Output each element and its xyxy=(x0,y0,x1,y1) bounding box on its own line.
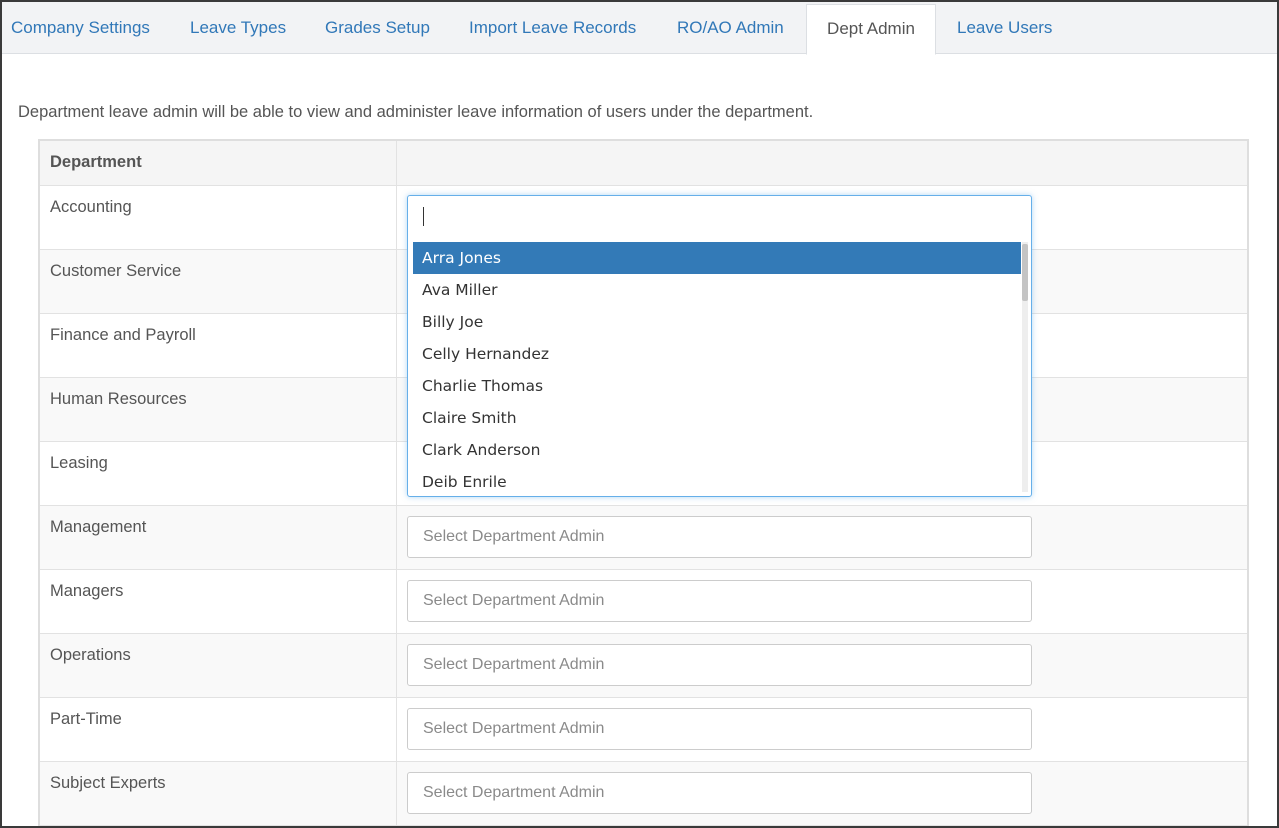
department-name: Human Resources xyxy=(40,378,397,441)
tab-dept-admin[interactable]: Dept Admin xyxy=(806,4,936,55)
table-row: Part-Time Select Department Admin xyxy=(40,698,1247,762)
department-name: Management xyxy=(40,506,397,569)
table-row: Management Select Department Admin xyxy=(40,506,1247,570)
dropdown-option[interactable]: Celly Hernandez xyxy=(413,338,1021,370)
department-name: Part-Time xyxy=(40,698,397,761)
department-name: Managers xyxy=(40,570,397,633)
department-admin-dropdown: Arra Jones Ava Miller Billy Joe Celly He… xyxy=(407,195,1032,497)
table-row: Operations Select Department Admin xyxy=(40,634,1247,698)
department-name: Leasing xyxy=(40,442,397,505)
table-row: Managers Select Department Admin xyxy=(40,570,1247,634)
tab-leave-users[interactable]: Leave Users xyxy=(957,2,1052,54)
department-admin-select[interactable]: Select Department Admin xyxy=(407,516,1032,558)
tab-company-settings[interactable]: Company Settings xyxy=(11,2,150,54)
dropdown-search-input[interactable] xyxy=(416,198,1021,236)
table-row: Subject Experts Select Department Admin xyxy=(40,762,1247,826)
tab-ro-ao-admin[interactable]: RO/AO Admin xyxy=(677,2,784,54)
header-department: Department xyxy=(40,141,397,185)
app-frame: Company Settings Leave Types Grades Setu… xyxy=(0,0,1279,828)
dropdown-search xyxy=(408,196,1031,238)
dropdown-option[interactable]: Deib Enrile xyxy=(413,466,1021,492)
intro-text: Department leave admin will be able to v… xyxy=(18,103,814,121)
dropdown-option[interactable]: Ava Miller xyxy=(413,274,1021,306)
table-header-row: Department xyxy=(40,141,1247,186)
admin-cell: Select Department Admin xyxy=(397,698,1247,761)
admin-cell: Select Department Admin xyxy=(397,634,1247,697)
department-name: Operations xyxy=(40,634,397,697)
dropdown-option[interactable]: Clark Anderson xyxy=(413,434,1021,466)
tab-import-leave-records[interactable]: Import Leave Records xyxy=(469,2,636,54)
dropdown-scrollbar-thumb[interactable] xyxy=(1022,244,1028,301)
dropdown-options-list: Arra Jones Ava Miller Billy Joe Celly He… xyxy=(413,242,1021,492)
department-admin-select[interactable]: Select Department Admin xyxy=(407,580,1032,622)
header-admin xyxy=(397,141,1247,185)
department-admin-select[interactable]: Select Department Admin xyxy=(407,772,1032,814)
admin-cell: Select Department Admin xyxy=(397,506,1247,569)
department-name: Accounting xyxy=(40,186,397,249)
department-name: Customer Service xyxy=(40,250,397,313)
dropdown-option[interactable]: Charlie Thomas xyxy=(413,370,1021,402)
tab-leave-types[interactable]: Leave Types xyxy=(190,2,286,54)
dropdown-option[interactable]: Billy Joe xyxy=(413,306,1021,338)
department-name: Subject Experts xyxy=(40,762,397,825)
admin-cell: Select Department Admin xyxy=(397,762,1247,825)
settings-tabbar: Company Settings Leave Types Grades Setu… xyxy=(2,2,1277,55)
department-admin-select[interactable]: Select Department Admin xyxy=(407,708,1032,750)
dropdown-option[interactable]: Claire Smith xyxy=(413,402,1021,434)
dropdown-option[interactable]: Arra Jones xyxy=(413,242,1021,274)
department-admin-select[interactable]: Select Department Admin xyxy=(407,644,1032,686)
admin-cell: Select Department Admin xyxy=(397,570,1247,633)
department-name: Finance and Payroll xyxy=(40,314,397,377)
text-cursor xyxy=(423,207,424,226)
tab-grades-setup[interactable]: Grades Setup xyxy=(325,2,430,54)
